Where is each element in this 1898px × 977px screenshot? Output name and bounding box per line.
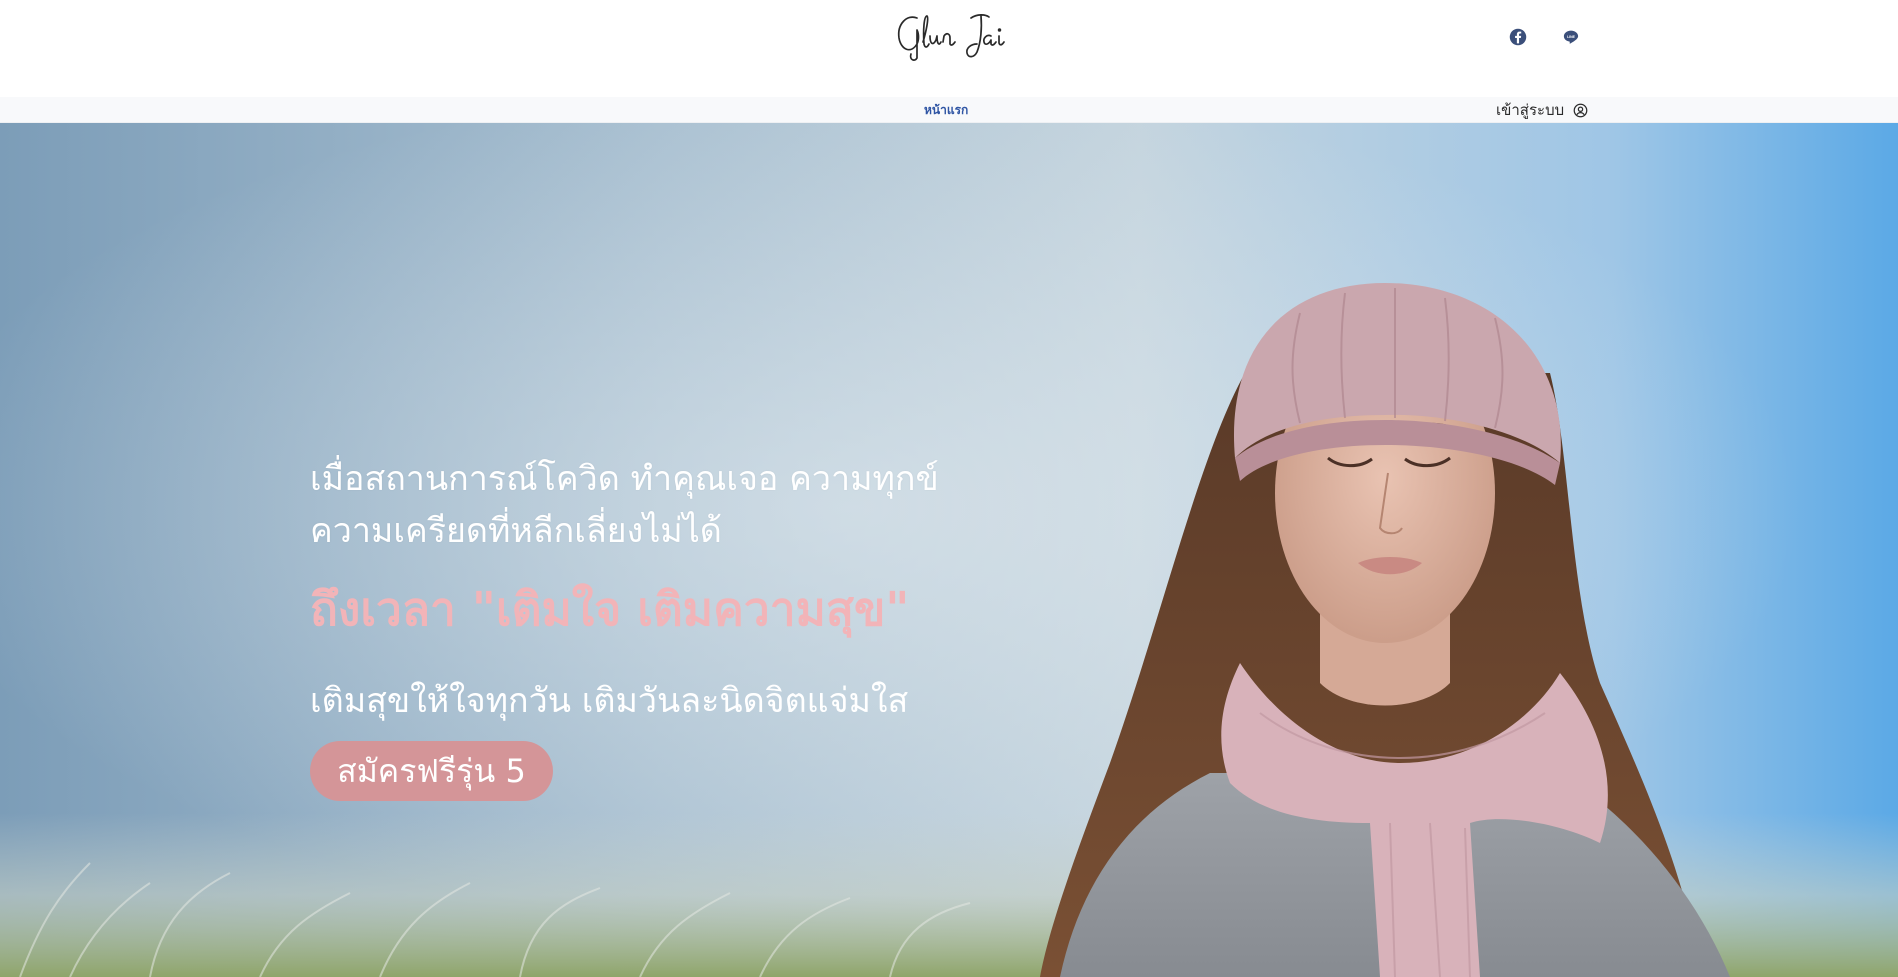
logo-script-icon <box>897 14 1005 61</box>
hero-banner: เมื่อสถานการณ์โควิด ทำคุณเจอ ความทุกข์ ค… <box>0 123 1898 977</box>
hero-intro-line2: ความเครียดที่หลีกเลี่ยงไม่ได้ <box>310 511 722 551</box>
facebook-link[interactable] <box>1508 27 1528 47</box>
main-nav: หน้าแรก เข้าสู่ระบบ <box>0 97 1898 123</box>
user-circle-icon <box>1573 103 1588 117</box>
hero-intro-line1: เมื่อสถานการณ์โควิด ทำคุณเจอ ความทุกข์ <box>310 459 939 499</box>
hero-intro: เมื่อสถานการณ์โควิด ทำคุณเจอ ความทุกข์ ค… <box>310 453 950 557</box>
line-link[interactable]: LINE <box>1561 27 1581 47</box>
hero-subheadline: เติมสุขให้ใจทุกวัน เติมวันละนิดจิตแจ่มใส <box>310 681 909 721</box>
login-label: เข้าสู่ระบบ <box>1496 101 1565 119</box>
site-header: LINE <box>0 0 1898 97</box>
facebook-icon <box>1509 28 1527 46</box>
site-logo[interactable] <box>893 8 1011 64</box>
svg-text:LINE: LINE <box>1567 35 1576 39</box>
nav-home-link[interactable]: หน้าแรก <box>924 101 968 120</box>
login-button[interactable]: เข้าสู่ระบบ <box>1496 98 1588 122</box>
line-icon: LINE <box>1563 30 1579 44</box>
signup-free-button[interactable]: สมัครฟรีรุ่น 5 <box>310 741 553 801</box>
hero-headline: ถึงเวลา "เติมใจ เติมความสุข" <box>310 582 910 636</box>
